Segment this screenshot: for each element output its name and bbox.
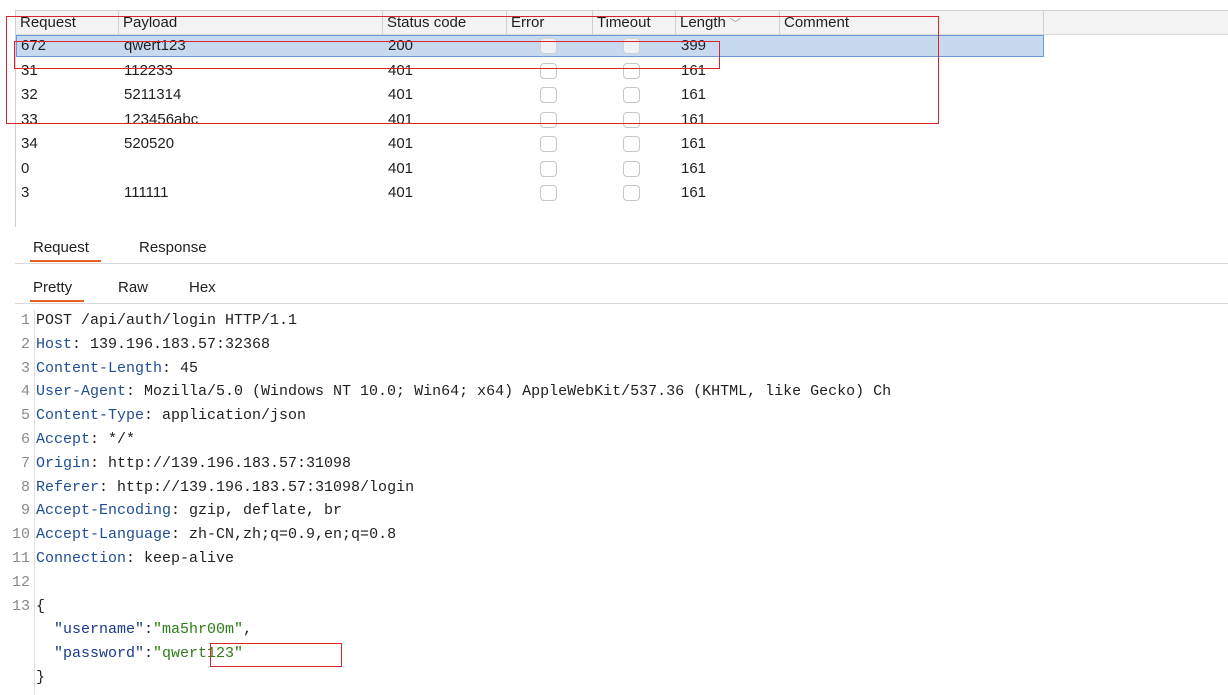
code-text: POST /api/auth/login HTTP/1.1 [36,310,297,332]
code-token: : 139.196.183.57:32368 [72,335,271,353]
line-number: 6 [20,431,30,448]
code-token: : gzip, deflate, br [171,502,343,520]
line-number: 13 [11,597,30,615]
highlight-box-password [210,643,342,667]
code-token: : http://139.196.183.57:31098/login [99,478,415,496]
highlight-box-top-rows [6,16,939,124]
code-token: : [144,621,154,639]
header-name: Content-Type [36,407,145,425]
json-key: "username" [54,621,145,639]
code-token: { [36,597,46,615]
line-number: 2 [20,335,30,353]
cell-payload [119,158,383,180]
code-token: , [243,621,253,639]
header-name: Host [36,335,73,353]
cell-length: 161 [681,184,707,201]
json-value: "ma5hr00m" [153,621,244,639]
code-token: POST /api/auth/login HTTP/1.1 [36,312,298,329]
table-row[interactable]: 3 111111 401 161 [16,182,1228,204]
code-text: Host: 139.196.183.57:32368 [36,334,270,356]
line-number: 10 [11,526,30,544]
error-checkbox [540,136,557,152]
timeout-checkbox [623,160,640,177]
code-token: : Mozilla/5.0 (Windows NT 10.0; Win64; x… [126,383,892,401]
cell-length: 161 [681,159,707,177]
cell-status-code: 401 [388,135,414,152]
timeout-checkbox [623,136,640,152]
code-text: User-Agent: Mozilla/5.0 (Windows NT 10.0… [36,381,891,403]
line-number: 7 [20,454,30,472]
header-name: Accept-Language [36,526,172,544]
cell-status-code: 401 [388,184,414,201]
header-name: Connection [36,550,127,567]
view-tabs: Pretty Raw Hex [15,276,1228,306]
timeout-checkbox [623,185,640,201]
tab-raw[interactable]: Raw [118,276,148,302]
cell-payload: 111111 [124,184,169,201]
table-row[interactable]: 0 401 161 [16,158,1228,180]
code-text: Accept: */* [36,429,135,451]
code-text: Origin: http://139.196.183.57:31098 [36,453,351,475]
cell-request: 3 [21,184,30,201]
code-text: "username":"ma5hr00m", [36,619,252,641]
line-number: 11 [11,550,30,567]
code-token: : http://139.196.183.57:31098 [90,454,352,472]
tab-divider [15,263,1228,264]
line-number: 3 [20,359,30,377]
request-editor[interactable]: 1 POST /api/auth/login HTTP/1.1 2 Host: 139… [0,310,1228,695]
message-tabs: Request Response [15,236,1228,266]
code-token: } [36,669,46,686]
line-number: 1 [20,312,30,329]
code-text: Content-Length: 45 [36,358,198,380]
error-checkbox [540,160,557,177]
line-number: 9 [20,502,30,520]
cell-length: 161 [681,135,707,152]
tab-request[interactable]: Request [30,236,101,262]
error-checkbox [540,185,557,201]
table-row[interactable]: 34 520520 401 161 [16,133,1228,155]
tab-response[interactable]: Response [139,236,207,262]
header-name: Accept [36,431,91,448]
code-text: Accept-Encoding: gzip, deflate, br [36,500,342,522]
line-number: 5 [20,407,30,425]
cell-status-code: 401 [388,159,414,177]
header-name: User-Agent [36,383,127,401]
header-name: Content-Length [36,359,163,377]
header-name: Referer [36,478,100,496]
code-text: Referer: http://139.196.183.57:31098/log… [36,477,414,499]
tab-divider [15,303,1228,304]
code-token: : keep-alive [126,550,235,567]
line-number: 12 [11,573,30,591]
code-token: : */* [90,431,136,448]
code-text: Accept-Language: zh-CN,zh;q=0.9,en;q=0.8 [36,524,396,546]
tab-hex[interactable]: Hex [189,276,216,302]
code-text: Content-Type: application/json [36,405,306,427]
code-token: : 45 [162,359,199,377]
header-name: Origin [36,454,91,472]
code-text: { [36,596,45,618]
highlight-box-selected-row [14,41,720,69]
code-text: Connection: keep-alive [36,548,234,570]
code-token: : zh-CN,zh;q=0.9,en;q=0.8 [171,526,397,544]
cell-request: 34 [21,135,38,152]
line-number: 4 [20,383,30,401]
code-token: : [144,645,154,663]
code-token: : application/json [144,407,307,425]
json-key: "password" [54,645,145,663]
header-name: Accept-Encoding [36,502,172,520]
code-text: } [36,667,45,689]
line-number-gutter-divider [34,310,35,695]
cell-request: 0 [21,159,30,177]
line-number: 8 [20,478,30,496]
cell-payload: 520520 [124,135,175,152]
tab-pretty[interactable]: Pretty [29,276,85,302]
